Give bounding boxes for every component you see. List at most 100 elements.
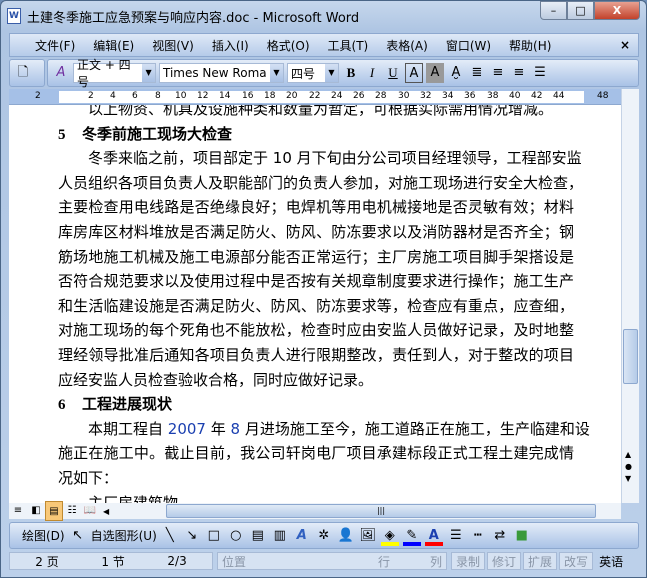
maximize-button[interactable]: □ <box>567 1 594 20</box>
language-indicator[interactable]: 英语 <box>595 552 627 570</box>
normal-view-icon[interactable]: ≡ <box>9 501 27 521</box>
style-select[interactable]: 正文 + 四号 ▼ <box>73 58 156 89</box>
new-document-icon[interactable]: 🗋 <box>14 63 32 83</box>
diagram-icon[interactable]: ✲ <box>315 526 333 546</box>
heading-5: 5 冬季前施工现场大检查 <box>58 122 574 147</box>
draw-menu[interactable]: 绘图(D) <box>22 527 65 544</box>
ruler-label: 4 <box>110 91 116 101</box>
ruler-label: 44 <box>553 91 565 101</box>
extend-indicator[interactable]: 扩展 <box>523 552 558 570</box>
status-pages: 2/3 <box>167 554 187 568</box>
line-icon[interactable]: ╲ <box>161 526 179 546</box>
underline-button[interactable]: U <box>384 63 402 83</box>
ruler-label: 12 <box>197 91 209 101</box>
paragraph-line: 本期工程自 2007 年 8 月进场施工至今，施工道路正在施工，生产临建和设 <box>58 417 590 442</box>
menu-window[interactable]: 窗口(W) <box>437 37 500 54</box>
menu-insert[interactable]: 插入(I) <box>203 37 258 54</box>
paragraph-line: 冬季来临之前，项目部定于 10 月下旬由分公司项目经理领导，工程部安监 <box>58 149 582 168</box>
menu-view[interactable]: 视图(V) <box>143 37 203 54</box>
chevron-down-icon: ▼ <box>142 64 155 82</box>
paragraph-line: 主厂房建筑物 <box>58 493 179 504</box>
paragraph-line: 筋场地施工机械及施工电源部分能否正常运行；主厂房施工项目脚手架搭设是 <box>58 247 574 266</box>
menu-table[interactable]: 表格(A) <box>377 37 437 54</box>
browse-buttons[interactable]: ▲ ● ▼ <box>625 449 632 485</box>
paragraph-line: 库房库区材料堆放是否满足防火、防风、防冻要求以及消防器材是否齐全；钢 <box>58 222 574 241</box>
align-center-icon[interactable]: ≡ <box>489 63 507 83</box>
italic-button[interactable]: I <box>363 63 381 83</box>
menu-tools[interactable]: 工具(T) <box>319 37 378 54</box>
ruler-label: 2 <box>35 91 41 101</box>
size-value: 四号 <box>291 66 316 81</box>
track-changes-indicator[interactable]: 修订 <box>487 552 522 570</box>
minimize-button[interactable]: – <box>540 1 567 20</box>
font-color-icon[interactable]: A <box>424 526 443 546</box>
menu-file[interactable]: 文件(F) <box>26 37 84 54</box>
page-content: 以上物资、机具及设施种类和数量为暂定，可根据实际需用情况增减。 5 冬季前施工现场… <box>58 105 590 504</box>
distribute-icon[interactable]: ☰ <box>531 63 549 83</box>
select-pointer-icon[interactable]: ↖ <box>69 526 87 546</box>
menu-format[interactable]: 格式(O) <box>258 37 319 54</box>
oval-icon[interactable]: ○ <box>227 526 245 546</box>
autoshapes-menu[interactable]: 自选图形(U) <box>91 527 157 544</box>
overtype-indicator[interactable]: 改写 <box>559 552 594 570</box>
font-size-select[interactable]: 四号 ▼ <box>287 63 339 83</box>
arrow-icon[interactable]: ↘ <box>183 526 201 546</box>
clipart-icon[interactable]: 👤 <box>337 526 355 546</box>
dash-style-icon[interactable]: ┅ <box>469 526 487 546</box>
print-view-icon[interactable]: ▤ <box>45 501 63 521</box>
document-area[interactable]: 以上物资、机具及设施种类和数量为暂定，可根据实际需用情况增减。 5 冬季前施工现场… <box>9 105 621 503</box>
reading-view-icon[interactable]: 📖 <box>81 501 99 521</box>
horizontal-scrollbar[interactable]: ≡ ◧ ▤ ☷ 📖 ◀ ||| <box>9 501 621 521</box>
web-view-icon[interactable]: ◧ <box>27 501 45 521</box>
picture-icon[interactable]: 🖼 <box>359 526 377 546</box>
vertical-textbox-icon[interactable]: ▥ <box>271 526 289 546</box>
vertical-scrollbar[interactable]: ▲ ● ▼ <box>621 89 639 503</box>
text-run: 本期工程自 <box>58 419 168 438</box>
rec-indicator[interactable]: 录制 <box>451 552 486 570</box>
window-title: 土建冬季施工应急预案与响应内容.doc - Microsoft Word <box>27 10 360 26</box>
status-section: 1 节 <box>101 554 125 569</box>
menu-bar: 文件(F) 编辑(E) 视图(V) 插入(I) 格式(O) 工具(T) 表格(A… <box>9 33 639 57</box>
scroll-left-icon[interactable]: ◀ <box>103 507 109 516</box>
close-document-button[interactable]: × <box>620 38 630 52</box>
line-style-icon[interactable]: ☰ <box>447 526 465 546</box>
char-scale-icon[interactable]: A̮ <box>447 63 465 83</box>
font-value: Times New Roma <box>163 66 267 80</box>
paragraph-line: 理经领导批准后通知各项目负责人进行限期整改，责任到人，对于整改的项目 <box>58 345 574 364</box>
char-border-icon[interactable]: A <box>405 63 423 83</box>
heading-number: 5 <box>58 126 66 143</box>
wordart-icon[interactable]: A <box>293 526 311 546</box>
word-window: W 土建冬季施工应急预案与响应内容.doc - Microsoft Word –… <box>0 0 647 578</box>
ruler-label: 48 <box>597 91 609 101</box>
fill-color-icon[interactable]: ◈ <box>380 526 399 546</box>
text-run: 月进场施工至今，施工道路正在施工，生产临建和设 <box>240 419 590 438</box>
align-right-icon[interactable]: ≡ <box>510 63 528 83</box>
outline-view-icon[interactable]: ☷ <box>63 501 81 521</box>
ruler-label: 18 <box>264 91 276 101</box>
heading-text: 工程进展现状 <box>82 395 173 414</box>
rectangle-icon[interactable]: □ <box>205 526 223 546</box>
word-doc-icon: W <box>7 8 21 24</box>
justify-icon[interactable]: ≣ <box>468 63 486 83</box>
textbox-icon[interactable]: ▤ <box>249 526 267 546</box>
arrow-style-icon[interactable]: ⇄ <box>491 526 509 546</box>
styles-icon[interactable]: A <box>52 63 70 83</box>
char-shading-icon[interactable]: A <box>426 63 444 83</box>
bold-button[interactable]: B <box>342 63 360 83</box>
close-button[interactable]: X <box>594 1 640 20</box>
menu-help[interactable]: 帮助(H) <box>500 37 560 54</box>
menu-edit[interactable]: 编辑(E) <box>84 37 143 54</box>
heading-6: 6 工程进展现状 <box>58 392 574 417</box>
paragraph-line: 应经安监人员检查验收合格，同时应做好记录。 <box>58 370 374 389</box>
shadow-style-icon[interactable]: ■ <box>513 526 531 546</box>
ruler-label: 24 <box>331 91 343 101</box>
style-value: 正文 + 四号 <box>77 58 131 89</box>
horizontal-ruler[interactable]: 2 2 4 6 8 10 12 14 16 18 20 22 24 26 28 … <box>9 89 621 105</box>
scroll-thumb[interactable]: ||| <box>166 504 596 518</box>
font-select[interactable]: Times New Roma ▼ <box>159 63 284 83</box>
scroll-thumb[interactable] <box>623 329 638 384</box>
month-text: 8 <box>230 419 241 438</box>
formatting-toolbar: A 正文 + 四号 ▼ Times New Roma ▼ 四号 ▼ B I U A A… <box>47 58 639 89</box>
ruler-label: 30 <box>398 91 410 101</box>
line-color-icon[interactable]: ✎ <box>402 526 421 546</box>
